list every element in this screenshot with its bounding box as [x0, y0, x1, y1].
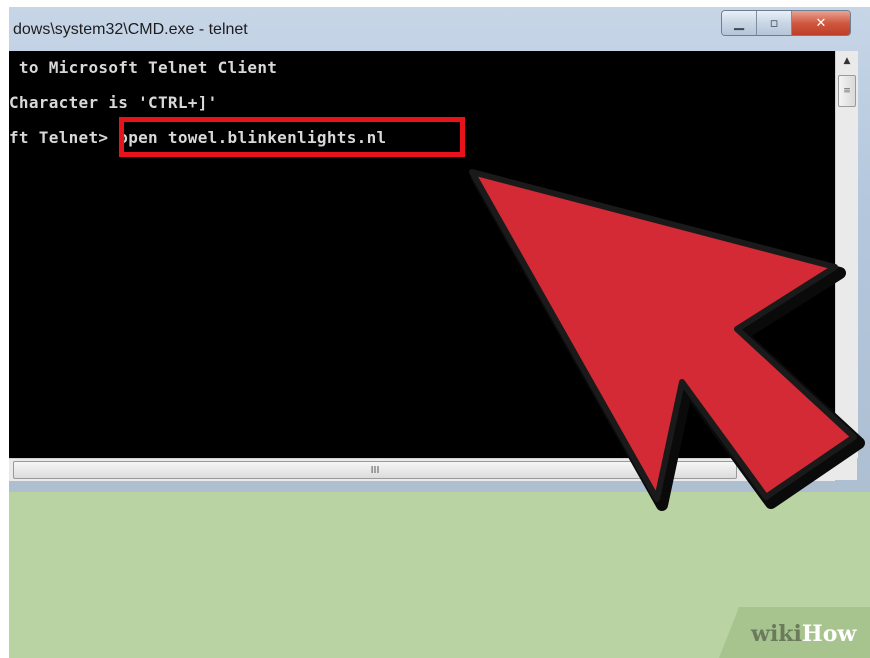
- pointer-arrow-icon: [469, 169, 865, 511]
- screenshot-stage: dows\system32\CMD.exe - telnet ▁ ▫ ✕ to …: [9, 7, 870, 658]
- watermark-wiki: wiki: [751, 621, 802, 647]
- wikihow-watermark: wikiHow: [719, 607, 870, 658]
- watermark-how: How: [801, 621, 857, 647]
